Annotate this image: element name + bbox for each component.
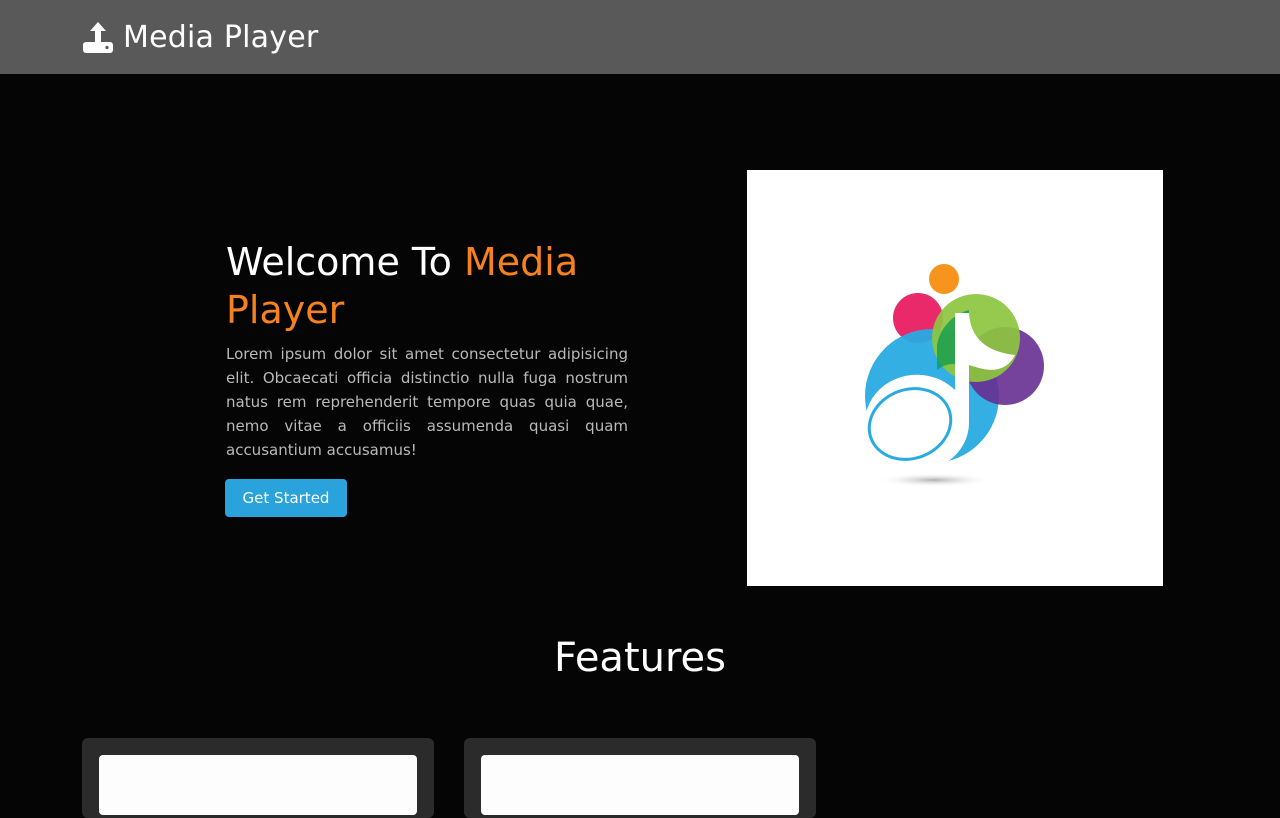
navbar: Media Player [0, 0, 1280, 74]
upload-icon [81, 20, 115, 54]
music-note-logo [865, 264, 1044, 487]
brand-title: Media Player [123, 19, 319, 55]
feature-card-image [481, 755, 799, 815]
hero-image [747, 170, 1163, 586]
features-heading: Features [554, 635, 726, 681]
get-started-button[interactable]: Get Started [225, 479, 347, 517]
hero-description: Lorem ipsum dolor sit amet consectetur a… [226, 345, 628, 459]
hero-text: Welcome To Media Player Lorem ipsum dolo… [226, 238, 628, 462]
feature-card [82, 738, 434, 818]
hero-title-prefix: Welcome To [226, 240, 464, 284]
feature-card [464, 738, 816, 818]
brand-link[interactable]: Media Player [81, 18, 318, 56]
feature-card-image [99, 755, 417, 815]
hero-title: Welcome To Media Player [226, 238, 628, 334]
